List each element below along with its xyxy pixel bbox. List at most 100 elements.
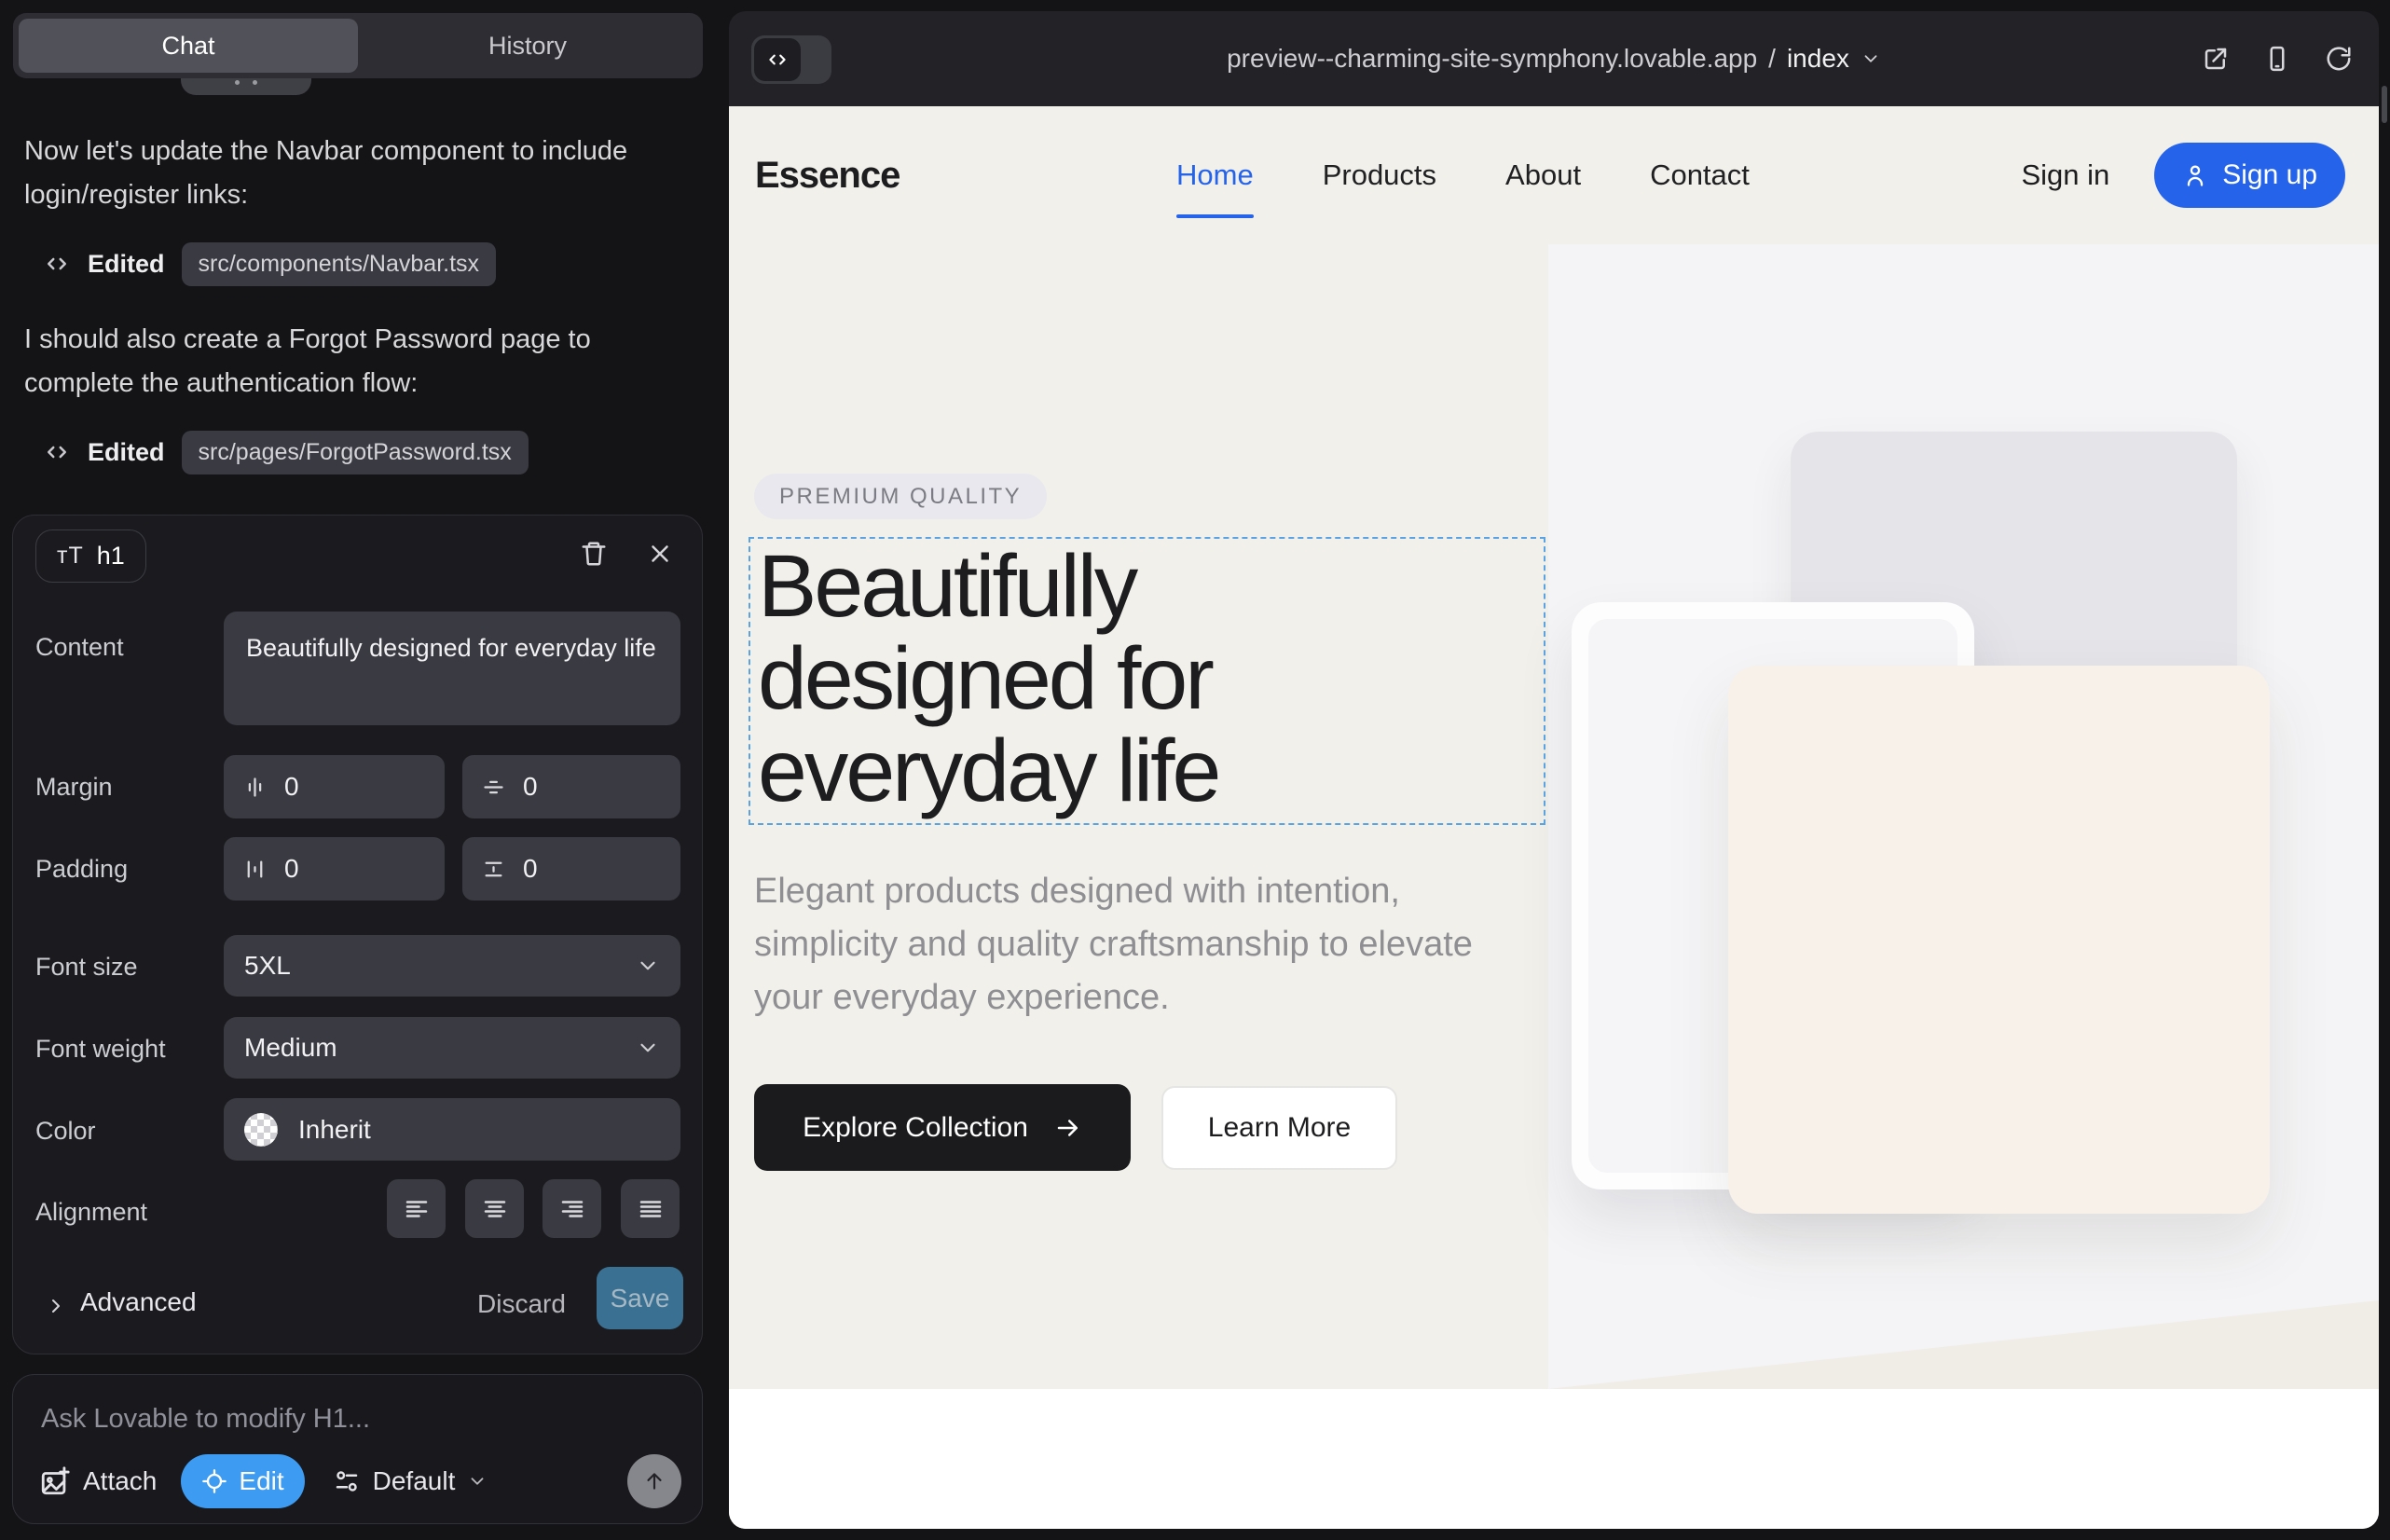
sliders-icon [333, 1467, 361, 1495]
route-selector[interactable]: index [1787, 44, 1849, 74]
attach-button[interactable]: Attach [39, 1465, 157, 1497]
font-weight-select[interactable]: Medium [224, 1017, 680, 1079]
sign-up-label: Sign up [2222, 159, 2317, 191]
explore-collection-label: Explore Collection [803, 1112, 1028, 1144]
padding-x-input[interactable]: 0 [224, 837, 445, 901]
site-auth-actions: Sign in Sign up [2021, 106, 2345, 244]
padding-label: Padding [35, 855, 128, 884]
url-separator: / [1768, 44, 1776, 74]
color-swatch-icon [244, 1113, 278, 1147]
nav-link-products[interactable]: Products [1323, 158, 1436, 192]
chevron-down-icon [636, 1036, 660, 1060]
discard-button[interactable]: Discard [477, 1289, 566, 1319]
padding-y-input[interactable]: 0 [462, 837, 680, 901]
code-icon [43, 250, 71, 278]
open-in-new-window-button[interactable] [2202, 45, 2230, 73]
edited-label: Edited [88, 250, 165, 279]
edited-file-row: Edited src/pages/ForgotPassword.tsx [43, 431, 529, 474]
scrolled-pill-fragment [181, 78, 311, 95]
chat-composer: Attach Edit Default [12, 1374, 703, 1524]
content-label: Content [35, 633, 124, 662]
decorative-cream-card [1728, 666, 2270, 1214]
element-tag-label: h1 [97, 542, 125, 571]
composer-toolbar: Attach Edit Default [39, 1452, 681, 1510]
sign-up-button[interactable]: Sign up [2154, 143, 2345, 208]
font-size-select[interactable]: 5XL [224, 935, 680, 997]
code-icon [43, 438, 71, 466]
hero-badge: PREMIUM QUALITY [754, 474, 1047, 519]
align-right-button[interactable] [543, 1179, 601, 1238]
hero-description: Elegant products designed with intention… [754, 865, 1509, 1024]
nav-link-about[interactable]: About [1505, 158, 1581, 192]
edit-mode-pill[interactable]: Edit [181, 1454, 304, 1508]
site-navbar: Essence Home Products About Contact Sign… [729, 106, 2379, 244]
font-size-label: Font size [35, 953, 138, 982]
chevron-down-icon [636, 954, 660, 978]
close-editor-button[interactable] [646, 540, 674, 568]
font-weight-value: Medium [244, 1033, 337, 1063]
margin-x-value: 0 [284, 772, 299, 802]
advanced-toggle[interactable]: Advanced [80, 1287, 197, 1317]
nav-link-home[interactable]: Home [1176, 158, 1254, 192]
below-hero-section [729, 1389, 2379, 1529]
chat-scrollbar[interactable] [2382, 86, 2387, 123]
align-center-button[interactable] [465, 1179, 524, 1238]
element-editor-panel: тT h1 Content Beautifully designed for e… [12, 515, 703, 1354]
preview-window: preview--charming-site-symphony.lovable.… [729, 11, 2379, 1529]
rendered-site: Essence Home Products About Contact Sign… [729, 106, 2379, 1529]
color-label: Color [35, 1117, 96, 1146]
explore-collection-button[interactable]: Explore Collection [754, 1084, 1131, 1171]
margin-label: Margin [35, 773, 113, 802]
margin-y-value: 0 [523, 772, 538, 802]
margin-y-input[interactable]: 0 [462, 755, 680, 818]
margin-x-input[interactable]: 0 [224, 755, 445, 818]
selected-element-tag: тT h1 [35, 529, 146, 583]
chat-message: Now let's update the Navbar component to… [24, 130, 672, 217]
image-plus-icon [39, 1465, 71, 1497]
site-nav-links: Home Products About Contact [1176, 106, 1750, 244]
chevron-right-icon [45, 1295, 67, 1317]
font-size-value: 5XL [244, 951, 291, 981]
margin-horizontal-icon [242, 775, 268, 800]
hero-heading: Beautifully designed for everyday life [758, 541, 1544, 818]
chat-message: I should also create a Forgot Password p… [24, 318, 672, 406]
nav-link-contact[interactable]: Contact [1650, 158, 1750, 192]
save-button[interactable]: Save [597, 1267, 683, 1329]
address-bar[interactable]: preview--charming-site-symphony.lovable.… [729, 11, 2379, 106]
padding-y-value: 0 [523, 854, 538, 884]
delete-element-button[interactable] [580, 540, 608, 568]
learn-more-button[interactable]: Learn More [1161, 1086, 1397, 1170]
align-left-button[interactable] [387, 1179, 446, 1238]
mobile-view-button[interactable] [2263, 45, 2291, 73]
preview-toolbar: preview--charming-site-symphony.lovable.… [729, 11, 2379, 106]
padding-vertical-icon [481, 857, 506, 882]
tab-chat[interactable]: Chat [19, 19, 358, 73]
send-button[interactable] [627, 1454, 681, 1508]
refresh-button[interactable] [2325, 45, 2353, 73]
padding-x-value: 0 [284, 854, 299, 884]
color-select[interactable]: Inherit [224, 1098, 680, 1161]
font-weight-label: Font weight [35, 1035, 166, 1064]
margin-vertical-icon [481, 775, 506, 800]
composer-input[interactable] [41, 1396, 656, 1442]
chat-history-tabs: Chat History [13, 13, 703, 78]
site-logo[interactable]: Essence [755, 106, 900, 244]
arrow-right-icon [1054, 1114, 1082, 1142]
typography-icon: тT [57, 543, 84, 570]
selected-h1-outline[interactable]: Beautifully designed for everyday life [749, 537, 1545, 825]
chevron-down-icon [1861, 48, 1881, 69]
edited-label: Edited [88, 438, 165, 467]
edited-file-row: Edited src/components/Navbar.tsx [43, 242, 496, 285]
file-path-chip[interactable]: src/pages/ForgotPassword.tsx [182, 431, 529, 474]
target-icon [201, 1468, 227, 1494]
file-path-chip[interactable]: src/components/Navbar.tsx [182, 242, 497, 286]
content-input[interactable]: Beautifully designed for everyday life [224, 612, 680, 725]
tab-history[interactable]: History [358, 19, 697, 73]
user-icon [2182, 162, 2208, 188]
mode-selector[interactable]: Default [333, 1466, 488, 1496]
preview-url: preview--charming-site-symphony.lovable.… [1227, 44, 1757, 74]
attach-label: Attach [83, 1466, 157, 1496]
align-justify-button[interactable] [621, 1179, 680, 1238]
alignment-label: Alignment [35, 1198, 147, 1227]
sign-in-link[interactable]: Sign in [2021, 158, 2109, 192]
